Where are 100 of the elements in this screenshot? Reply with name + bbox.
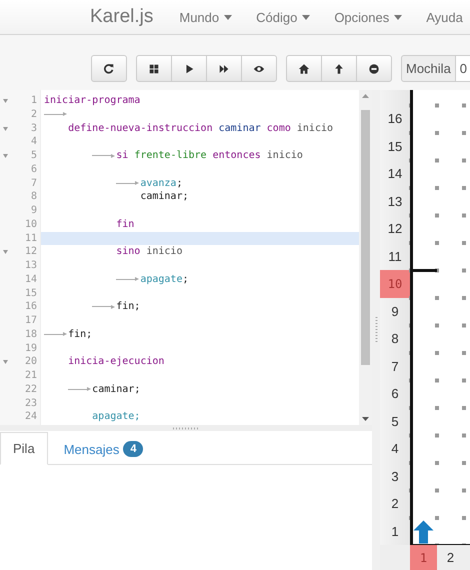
resize-grip-icon[interactable] xyxy=(173,426,199,430)
line-number: 5 xyxy=(30,149,38,163)
column-number: 1 xyxy=(410,545,437,570)
menu-item[interactable]: Mundo xyxy=(167,10,244,24)
fold-arrow-icon[interactable] xyxy=(3,126,8,130)
line-number: 18 xyxy=(24,328,38,342)
menu-item[interactable]: Ayuda xyxy=(414,10,470,24)
grid-button[interactable] xyxy=(136,55,172,82)
line-number: 3 xyxy=(30,122,38,136)
menu-item[interactable]: Código xyxy=(244,10,322,24)
resize-grip-icon[interactable] xyxy=(374,317,378,343)
menu-item[interactable]: Opciones xyxy=(322,10,414,24)
column-number: 2 xyxy=(446,549,456,567)
line-number: 8 xyxy=(30,190,38,204)
line-number: 12 xyxy=(24,245,38,259)
play-button[interactable] xyxy=(171,55,207,82)
fast-forward-button[interactable] xyxy=(206,55,242,82)
fold-arrow-icon[interactable] xyxy=(3,154,8,158)
code-token: frente-libre xyxy=(133,150,207,161)
line-number: 20 xyxy=(24,355,38,369)
line-number: 6 xyxy=(30,162,38,176)
row-number: 8 xyxy=(390,330,400,348)
code-token: entonces xyxy=(212,150,261,161)
code-token: ; xyxy=(182,274,189,285)
home-icon xyxy=(298,62,310,74)
code-token: apagate xyxy=(140,274,182,285)
grid-icon xyxy=(148,62,160,74)
line-number: 17 xyxy=(24,314,38,328)
fold-arrow-icon[interactable] xyxy=(3,99,8,103)
line-number: 19 xyxy=(24,342,38,356)
code-token: caminar; xyxy=(139,191,188,202)
code-token: fin xyxy=(115,218,134,230)
caret-icon xyxy=(224,14,232,20)
code-token: iniciar-programa xyxy=(44,95,140,106)
row-number: 13 xyxy=(386,192,404,211)
home-button[interactable] xyxy=(286,55,322,82)
karel-arrow-icon xyxy=(414,520,434,543)
code-token: define-nueva-instruccion xyxy=(68,122,213,134)
row-number: 1 xyxy=(390,522,400,541)
code-token: caminar xyxy=(218,122,261,134)
row-number: 15 xyxy=(386,138,404,156)
code-token: avanza xyxy=(140,178,176,188)
code-token: inicio xyxy=(145,246,182,258)
caret-icon xyxy=(394,14,402,20)
backpack-field[interactable]: 0 xyxy=(456,55,470,82)
line-number: 21 xyxy=(24,369,38,383)
caret-icon xyxy=(302,14,310,20)
code-token: fin; xyxy=(116,301,140,312)
fold-arrow-icon[interactable] xyxy=(3,360,8,364)
row-number: 3 xyxy=(390,468,400,486)
line-number: 22 xyxy=(24,382,38,396)
row-number: 5 xyxy=(390,412,400,431)
code-token: ; xyxy=(176,178,182,188)
minus-circle-icon xyxy=(368,62,380,74)
code-token: inicio xyxy=(296,122,334,134)
up-arrow-icon xyxy=(333,62,345,74)
line-number: 7 xyxy=(30,176,38,190)
fold-arrow-icon[interactable] xyxy=(3,250,8,254)
code-token: como xyxy=(266,122,291,134)
scrollbar[interactable] xyxy=(359,90,372,425)
line-number: 10 xyxy=(24,218,38,232)
row-number: 12 xyxy=(386,220,404,238)
code-token: apagate; xyxy=(91,411,140,422)
minus-circle-button[interactable] xyxy=(356,55,392,82)
line-number: 1 xyxy=(30,94,38,108)
code-token: sino xyxy=(115,246,140,258)
code-editor[interactable]: iniciar-programa define-nueva-instruccion caminar como inicio si frente-libre entonces inicio avanza; caminar; fin sino inicio apagate; fin; fin; inicia-ejecucion caminar; apagate; xyxy=(41,90,359,425)
row-number: 9 xyxy=(390,302,400,321)
line-number: 11 xyxy=(24,232,38,246)
line-number: 15 xyxy=(24,286,38,300)
row-number: 2 xyxy=(390,495,400,514)
tab[interactable]: Mensajes 4 xyxy=(50,432,156,465)
line-number: 14 xyxy=(24,272,38,286)
count-badge: 4 xyxy=(123,441,144,457)
row-number: 6 xyxy=(390,385,400,404)
reload-button[interactable] xyxy=(91,55,127,82)
row-number: 14 xyxy=(386,165,404,184)
row-number: 11 xyxy=(387,248,403,266)
line-number: 24 xyxy=(24,410,38,424)
line-number: 9 xyxy=(30,204,38,218)
backpack-label: Mochila xyxy=(401,55,456,82)
row-number: 10 xyxy=(380,270,410,298)
code-token: fin; xyxy=(68,328,92,340)
reload-icon xyxy=(103,62,115,74)
brand-title[interactable]: Karel.js xyxy=(90,6,154,28)
up-arrow-button[interactable] xyxy=(321,55,357,82)
line-number: 4 xyxy=(30,135,38,149)
fast-forward-icon xyxy=(218,62,230,74)
scroll-down-icon[interactable] xyxy=(362,417,369,421)
line-number: 23 xyxy=(24,396,38,410)
line-number: 13 xyxy=(24,259,38,273)
row-number: 16 xyxy=(386,110,404,128)
code-token: si xyxy=(116,150,128,161)
code-token: inicio xyxy=(266,150,303,161)
tab[interactable]: Pila xyxy=(0,432,48,465)
row-number: 4 xyxy=(390,440,400,458)
code-token: inicia-ejecucion xyxy=(67,356,164,368)
eye-button[interactable] xyxy=(241,55,277,82)
line-number: 16 xyxy=(24,300,38,314)
line-number: 2 xyxy=(30,108,38,122)
